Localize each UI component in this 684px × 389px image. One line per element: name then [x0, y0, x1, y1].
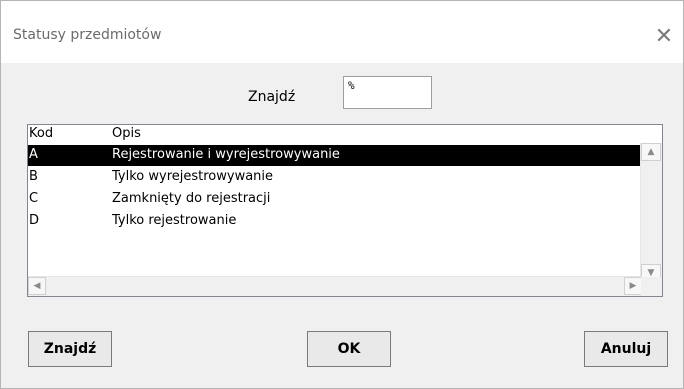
scroll-left-icon[interactable]: ◀	[28, 277, 46, 295]
search-label: Znajdź	[248, 89, 296, 105]
list-row[interactable]: D Tylko rejestrowanie	[28, 211, 654, 232]
row-code: D	[29, 213, 40, 228]
vertical-scrollbar[interactable]: ▲ ▼	[640, 143, 662, 282]
scroll-right-icon[interactable]: ▶	[624, 277, 642, 295]
find-button[interactable]: Znajdź	[28, 331, 112, 367]
list-row[interactable]: C Zamknięty do rejestracji	[28, 189, 654, 210]
scroll-up-icon[interactable]: ▲	[641, 143, 661, 161]
row-description: Zamknięty do rejestracji	[112, 191, 271, 206]
dialog-window: Statusy przedmiotów ✕ Znajdź % Kod Opis …	[0, 0, 684, 389]
cancel-button[interactable]: Anuluj	[584, 331, 668, 367]
list-row[interactable]: A Rejestrowanie i wyrejestrowywanie	[28, 145, 654, 167]
row-code: A	[29, 147, 38, 162]
row-description: Tylko rejestrowanie	[112, 213, 237, 228]
column-header-opis[interactable]: Opis	[112, 126, 141, 141]
row-code: C	[29, 191, 39, 206]
horizontal-scrollbar[interactable]: ◀ ▶	[28, 276, 642, 296]
status-list[interactable]: Kod Opis A Rejestrowanie i wyrejestrowyw…	[27, 124, 663, 297]
window-title: Statusy przedmiotów	[13, 27, 162, 43]
search-input[interactable]: %	[343, 76, 432, 109]
row-description: Rejestrowanie i wyrejestrowywanie	[112, 147, 340, 162]
scrollbar-corner	[641, 277, 662, 296]
row-description: Tylko wyrejestrowywanie	[112, 169, 274, 184]
list-row[interactable]: B Tylko wyrejestrowywanie	[28, 167, 654, 188]
ok-button[interactable]: OK	[307, 331, 391, 367]
close-icon[interactable]: ✕	[651, 23, 677, 49]
column-header-kod[interactable]: Kod	[29, 126, 53, 141]
row-code: B	[29, 169, 38, 184]
list-header: Kod Opis	[28, 125, 662, 142]
title-bar: Statusy przedmiotów ✕	[1, 1, 683, 63]
